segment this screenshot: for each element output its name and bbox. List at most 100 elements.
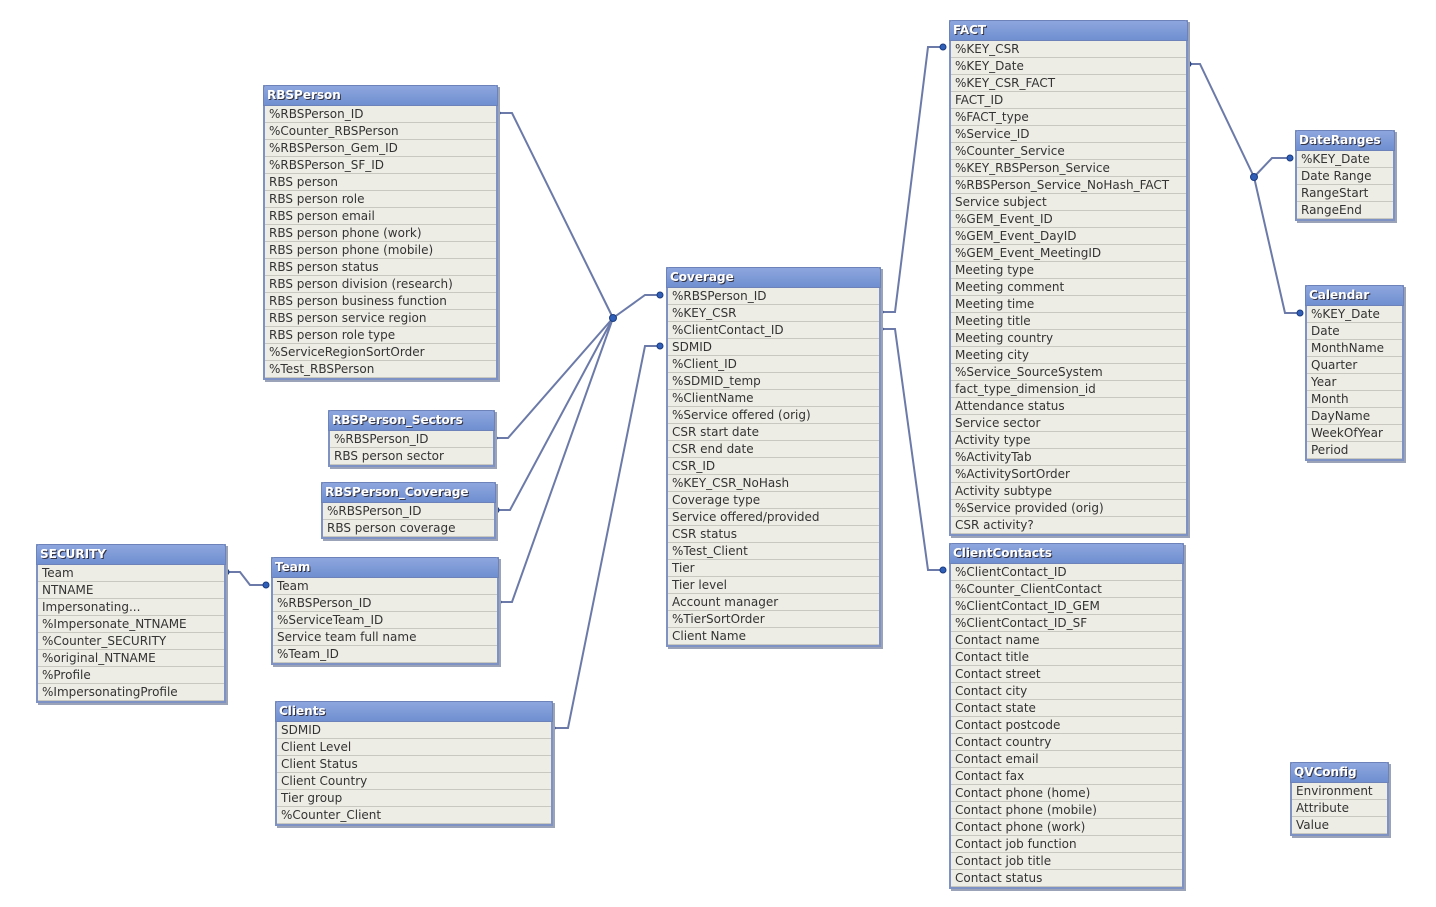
field-row[interactable]: %Service_ID: [951, 126, 1186, 143]
table-header[interactable]: QVConfig: [1290, 762, 1389, 783]
field-row[interactable]: %Client_ID: [668, 356, 879, 373]
field-row[interactable]: %Profile: [38, 667, 224, 684]
field-row[interactable]: RBS person role type: [265, 327, 496, 344]
field-row[interactable]: %GEM_Event_DayID: [951, 228, 1186, 245]
table-fact[interactable]: FACT %KEY_CSR %KEY_Date %KEY_CSR_FACT FACT_I…: [949, 20, 1188, 536]
field-row[interactable]: CSR start date: [668, 424, 879, 441]
field-row[interactable]: %Counter_Service: [951, 143, 1186, 160]
field-row[interactable]: Contact name: [951, 632, 1182, 649]
field-row[interactable]: CSR_ID: [668, 458, 879, 475]
field-row[interactable]: %Counter_RBSPerson: [265, 123, 496, 140]
table-header[interactable]: ClientContacts: [949, 543, 1184, 564]
field-row[interactable]: %Counter_Client: [277, 807, 551, 824]
field-row[interactable]: RBS person: [265, 174, 496, 191]
field-row[interactable]: RBS person status: [265, 259, 496, 276]
field-row[interactable]: Period: [1307, 442, 1402, 459]
table-clientcontacts[interactable]: ClientContacts %ClientContact_ID %Counter_…: [949, 543, 1184, 889]
field-row[interactable]: %Service offered (orig): [668, 407, 879, 424]
field-row[interactable]: %KEY_CSR_FACT: [951, 75, 1186, 92]
field-row[interactable]: Contact email: [951, 751, 1182, 768]
field-row[interactable]: fact_type_dimension_id: [951, 381, 1186, 398]
field-row[interactable]: Environment: [1292, 783, 1387, 800]
field-row[interactable]: %FACT_type: [951, 109, 1186, 126]
field-row[interactable]: %ClientContact_ID_GEM: [951, 598, 1182, 615]
field-row[interactable]: %original_NTNAME: [38, 650, 224, 667]
field-row[interactable]: FACT_ID: [951, 92, 1186, 109]
table-qvconfig[interactable]: QVConfig Environment Attribute Value: [1290, 762, 1389, 836]
field-row[interactable]: %RBSPerson_ID: [265, 106, 496, 123]
table-header[interactable]: Coverage: [666, 267, 881, 288]
field-row[interactable]: Contact phone (work): [951, 819, 1182, 836]
field-row[interactable]: %KEY_Date: [1307, 306, 1402, 323]
field-row[interactable]: Date Range: [1297, 168, 1393, 185]
field-row[interactable]: DayName: [1307, 408, 1402, 425]
field-row[interactable]: %SDMID_temp: [668, 373, 879, 390]
field-row[interactable]: RBS person sector: [330, 448, 493, 465]
field-row[interactable]: Activity subtype: [951, 483, 1186, 500]
field-row[interactable]: %ImpersonatingProfile: [38, 684, 224, 701]
field-row[interactable]: Meeting time: [951, 296, 1186, 313]
field-row[interactable]: Quarter: [1307, 357, 1402, 374]
table-header[interactable]: Team: [271, 557, 499, 578]
field-row[interactable]: Contact phone (mobile): [951, 802, 1182, 819]
field-row[interactable]: %ClientName: [668, 390, 879, 407]
field-row[interactable]: %RBSPerson_ID: [273, 595, 497, 612]
table-rbsperson-sectors[interactable]: RBSPerson_Sectors %RBSPerson_ID RBS person…: [328, 410, 495, 467]
table-clients[interactable]: Clients SDMID Client Level Client Status Cli…: [275, 701, 553, 826]
field-row[interactable]: Client Name: [668, 628, 879, 645]
field-row[interactable]: %TierSortOrder: [668, 611, 879, 628]
field-row[interactable]: Contact status: [951, 870, 1182, 887]
field-row[interactable]: Contact title: [951, 649, 1182, 666]
field-row[interactable]: %Service provided (orig): [951, 500, 1186, 517]
field-row[interactable]: Account manager: [668, 594, 879, 611]
table-header[interactable]: SECURITY: [36, 544, 226, 565]
field-row[interactable]: Service sector: [951, 415, 1186, 432]
field-row[interactable]: %RBSPerson_SF_ID: [265, 157, 496, 174]
table-dateranges[interactable]: DateRanges %KEY_Date Date Range RangeStart R…: [1295, 130, 1395, 221]
field-row[interactable]: %RBSPerson_Gem_ID: [265, 140, 496, 157]
field-row[interactable]: Service team full name: [273, 629, 497, 646]
field-row[interactable]: Meeting city: [951, 347, 1186, 364]
field-row[interactable]: %ServiceTeam_ID: [273, 612, 497, 629]
table-header[interactable]: DateRanges: [1295, 130, 1395, 151]
field-row[interactable]: Month: [1307, 391, 1402, 408]
field-row[interactable]: %KEY_Date: [1297, 151, 1393, 168]
table-coverage[interactable]: Coverage %RBSPerson_ID %KEY_CSR %ClientCont…: [666, 267, 881, 647]
table-header[interactable]: FACT: [949, 20, 1188, 41]
field-row[interactable]: Attribute: [1292, 800, 1387, 817]
table-header[interactable]: Clients: [275, 701, 553, 722]
field-row[interactable]: Tier group: [277, 790, 551, 807]
field-row[interactable]: Contact street: [951, 666, 1182, 683]
field-row[interactable]: %ClientContact_ID_SF: [951, 615, 1182, 632]
field-row[interactable]: Team: [273, 578, 497, 595]
field-row[interactable]: Tier level: [668, 577, 879, 594]
field-row[interactable]: RangeStart: [1297, 185, 1393, 202]
field-row[interactable]: RangeEnd: [1297, 202, 1393, 219]
field-row[interactable]: %RBSPerson_Service_NoHash_FACT: [951, 177, 1186, 194]
field-row[interactable]: Client Level: [277, 739, 551, 756]
field-row[interactable]: Contact job title: [951, 853, 1182, 870]
field-row[interactable]: %Counter_ClientContact: [951, 581, 1182, 598]
field-row[interactable]: %Test_RBSPerson: [265, 361, 496, 378]
field-row[interactable]: Client Status: [277, 756, 551, 773]
field-row[interactable]: Coverage type: [668, 492, 879, 509]
field-row[interactable]: Meeting country: [951, 330, 1186, 347]
field-row[interactable]: %KEY_CSR: [668, 305, 879, 322]
table-header[interactable]: RBSPerson_Sectors: [328, 410, 495, 431]
field-row[interactable]: Date: [1307, 323, 1402, 340]
field-row[interactable]: %Service_SourceSystem: [951, 364, 1186, 381]
field-row[interactable]: SDMID: [668, 339, 879, 356]
field-row[interactable]: Contact fax: [951, 768, 1182, 785]
table-team[interactable]: Team Team %RBSPerson_ID %ServiceTeam_ID Serv…: [271, 557, 499, 665]
table-rbsperson[interactable]: RBSPerson %RBSPerson_ID %Counter_RBSPerson…: [263, 85, 498, 380]
field-row[interactable]: Service offered/provided: [668, 509, 879, 526]
table-security[interactable]: SECURITY Team NTNAME Impersonating... %Imper…: [36, 544, 226, 703]
field-row[interactable]: %RBSPerson_ID: [330, 431, 493, 448]
field-row[interactable]: MonthName: [1307, 340, 1402, 357]
field-row[interactable]: %KEY_RBSPerson_Service: [951, 160, 1186, 177]
field-row[interactable]: Contact job function: [951, 836, 1182, 853]
field-row[interactable]: Service subject: [951, 194, 1186, 211]
table-header[interactable]: Calendar: [1305, 285, 1404, 306]
field-row[interactable]: %RBSPerson_ID: [668, 288, 879, 305]
field-row[interactable]: Tier: [668, 560, 879, 577]
